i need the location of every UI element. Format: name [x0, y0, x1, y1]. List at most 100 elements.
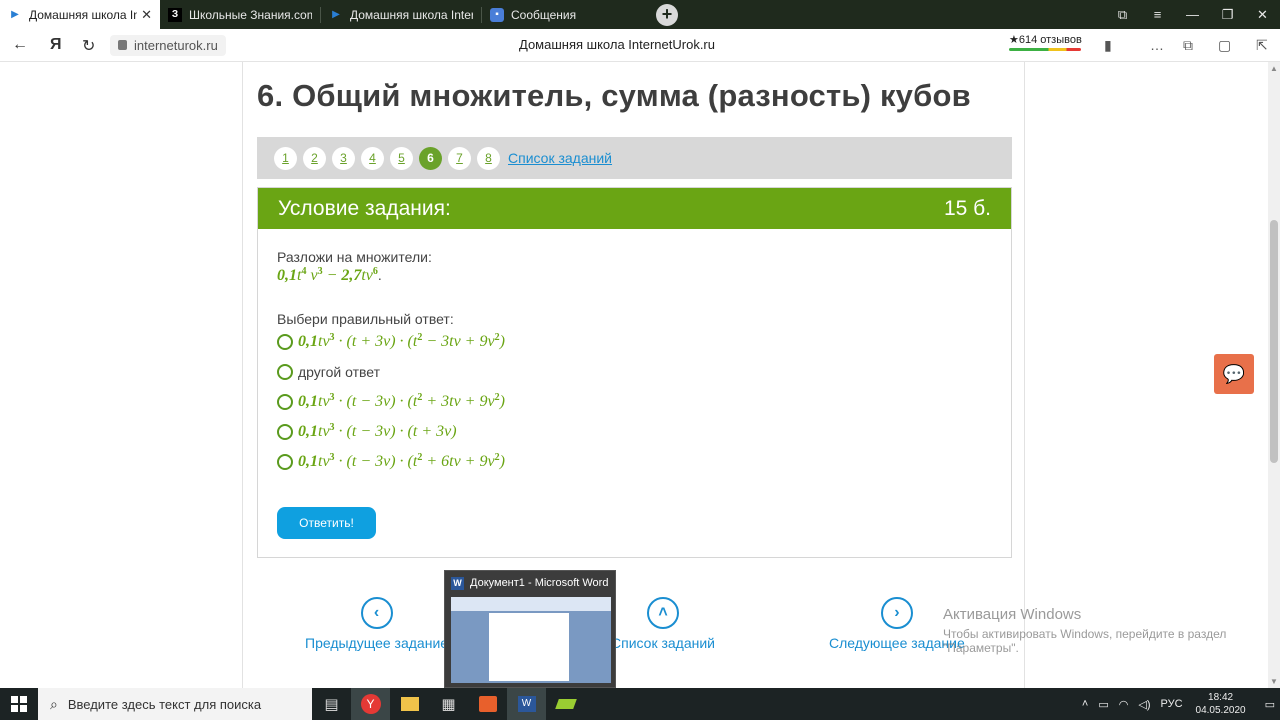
chevron-right-icon: ›: [880, 597, 913, 629]
answer-option-2[interactable]: другой ответ: [277, 357, 992, 387]
downloads-icon[interactable]: ▢: [1218, 37, 1231, 54]
extensions-icon[interactable]: ⇱: [1256, 37, 1268, 54]
tasks-list-link[interactable]: Список заданий: [508, 150, 612, 166]
collections-icon[interactable]: ⧉: [1183, 37, 1193, 54]
windows-activation-watermark: Активация Windows Чтобы активировать Win…: [943, 606, 1226, 655]
chevron-left-icon: ‹: [360, 597, 393, 629]
task-view-icon[interactable]: ▤: [312, 688, 351, 720]
network-icon[interactable]: ▭: [1098, 698, 1108, 711]
task-expression: 0,1t4 v3 − 2,7tv6.: [277, 266, 382, 284]
maximize-icon[interactable]: ❐: [1210, 7, 1245, 23]
radio-button[interactable]: [277, 334, 293, 350]
window-controls: ⧉ ≡ — ❐ ✕: [1105, 0, 1280, 29]
prev-task-link[interactable]: ‹ Предыдущее задание: [305, 597, 448, 651]
browser-tab-1[interactable]: ▶ Домашняя школа Interr ✕: [0, 0, 160, 29]
preview-thumbnail[interactable]: [451, 597, 611, 683]
page-link-3[interactable]: 3: [332, 146, 355, 170]
message-icon: ▪: [490, 7, 504, 22]
taskbar-search[interactable]: ⌕ Введите здесь текст для поиска: [38, 688, 312, 720]
system-tray: ˄ ▭ ◠ ◁) РУС 18:42 04.05.2020 ▭: [1077, 688, 1280, 720]
browser-tab-3[interactable]: ▶ Домашняя школа Internet: [321, 0, 481, 29]
content-column: 6. Общий множитель, сумма (разность) куб…: [242, 62, 1025, 688]
radio-button[interactable]: [277, 394, 293, 410]
page-scrollbar[interactable]: ▲ ▼: [1268, 62, 1280, 688]
word-window-preview[interactable]: W Документ1 - Microsoft Word: [444, 570, 616, 688]
browser-tab-4[interactable]: ▪ Сообщения: [482, 0, 642, 29]
word-icon: W: [451, 576, 464, 590]
windows-logo-icon: [11, 696, 27, 712]
word-taskbar-icon[interactable]: W: [507, 688, 546, 720]
answer-option-5[interactable]: 0,1tv3 · (t − 3v) · (t2 + 6tv + 9v2): [277, 447, 992, 477]
chat-icon: 💬: [1222, 363, 1246, 384]
browser-tab-2[interactable]: З Школьные Знания.com - E: [160, 0, 320, 29]
radio-button[interactable]: [277, 364, 293, 380]
new-tab-button[interactable]: +: [656, 3, 678, 26]
znanija-icon: З: [168, 7, 182, 22]
tab-title: Сообщения: [511, 7, 577, 22]
scrollbar-thumb[interactable]: [1270, 220, 1278, 463]
watermark-title: Активация Windows: [943, 606, 1082, 623]
yandex-browser-icon[interactable]: Y: [351, 688, 390, 720]
play-icon: ▶: [332, 9, 340, 20]
chevron-up-icon: ˄: [647, 597, 679, 629]
close-icon[interactable]: ✕: [141, 7, 152, 23]
page-link-2[interactable]: 2: [303, 146, 326, 170]
tab-title: Домашняя школа Internet: [350, 7, 473, 22]
page-link-4[interactable]: 4: [361, 146, 384, 170]
submit-answer-button[interactable]: Ответить!: [277, 507, 376, 539]
page-link-1[interactable]: 1: [274, 146, 297, 170]
choose-label: Выбери правильный ответ:: [277, 311, 454, 327]
language-indicator[interactable]: РУС: [1161, 698, 1183, 710]
rating-bar: [1009, 48, 1081, 51]
page-link-5[interactable]: 5: [390, 146, 413, 170]
thumbnail-ribbon: [451, 597, 611, 611]
watermark-line-2: "Параметры".: [943, 641, 1019, 655]
search-placeholder: Введите здесь текст для поиска: [67, 696, 262, 712]
clock[interactable]: 18:42 04.05.2020: [1196, 691, 1246, 717]
watermark-line-1: Чтобы активировать Windows, перейдите в …: [943, 627, 1227, 641]
tabs-icon[interactable]: ⧉: [1105, 7, 1140, 23]
minimize-icon[interactable]: —: [1175, 7, 1210, 22]
task-body: Разложи на множители: 0,1t4 v3 − 2,7tv6.…: [258, 229, 1011, 497]
page-link-6-current[interactable]: 6: [419, 146, 442, 170]
page-heading: 6. Общий множитель, сумма (разность) куб…: [257, 78, 971, 113]
file-explorer-icon[interactable]: [390, 688, 429, 720]
media-app-icon[interactable]: [468, 688, 507, 720]
answer-option-3[interactable]: 0,1tv3 · (t − 3v) · (t2 + 3tv + 9v2): [277, 387, 992, 417]
menu-icon[interactable]: ≡: [1140, 7, 1175, 22]
bookmark-icon[interactable]: ▮: [1104, 37, 1112, 54]
thumbnail-document: [489, 613, 569, 681]
preview-title-bar: W Документ1 - Microsoft Word: [445, 571, 615, 595]
clock-time: 18:42: [1208, 692, 1234, 703]
calculator-icon[interactable]: ▦: [429, 688, 468, 720]
page-viewport: 6. Общий множитель, сумма (разность) куб…: [0, 62, 1268, 688]
task-pager: 1 2 3 4 5 6 7 8 Список заданий: [257, 137, 1012, 179]
chat-button[interactable]: 💬: [1214, 354, 1254, 394]
chevron-up-icon[interactable]: ˄: [1082, 698, 1088, 710]
start-button[interactable]: [0, 688, 38, 720]
task-header: Условие задания: 15 б.: [258, 188, 1011, 229]
preview-title: Документ1 - Microsoft Word: [470, 577, 609, 589]
more-icon[interactable]: …: [1150, 37, 1164, 53]
task-instruction: Разложи на множители:: [277, 249, 432, 265]
task-box: Условие задания: 15 б. Разложи на множит…: [257, 187, 1012, 558]
answer-option-4[interactable]: 0,1tv3 · (t − 3v) · (t + 3v): [277, 417, 992, 447]
task-list-nav-link[interactable]: ˄ Список заданий: [611, 597, 715, 651]
books-app-icon[interactable]: [546, 688, 585, 720]
option-formula: 0,1tv3 · (t + 3v) · (t2 − 3tv + 9v2): [298, 332, 505, 350]
page-link-7[interactable]: 7: [448, 146, 471, 170]
scroll-up-icon[interactable]: ▲: [1268, 64, 1280, 73]
volume-icon[interactable]: ◁): [1138, 698, 1150, 711]
notifications-icon[interactable]: ▭: [1265, 698, 1275, 711]
play-icon: ▶: [11, 9, 19, 20]
answer-option-1[interactable]: 0,1tv3 · (t + 3v) · (t2 − 3tv + 9v2): [277, 327, 992, 357]
radio-button[interactable]: [277, 454, 293, 470]
wifi-icon[interactable]: ◠: [1119, 698, 1129, 711]
page-link-8[interactable]: 8: [477, 146, 500, 170]
reviews-badge[interactable]: ★614 отзывов: [1009, 33, 1082, 51]
option-formula: 0,1tv3 · (t − 3v) · (t + 3v): [298, 422, 457, 440]
close-window-icon[interactable]: ✕: [1245, 7, 1280, 23]
scroll-down-icon[interactable]: ▼: [1268, 677, 1280, 686]
tab-title: Школьные Знания.com - E: [189, 7, 312, 22]
radio-button[interactable]: [277, 424, 293, 440]
